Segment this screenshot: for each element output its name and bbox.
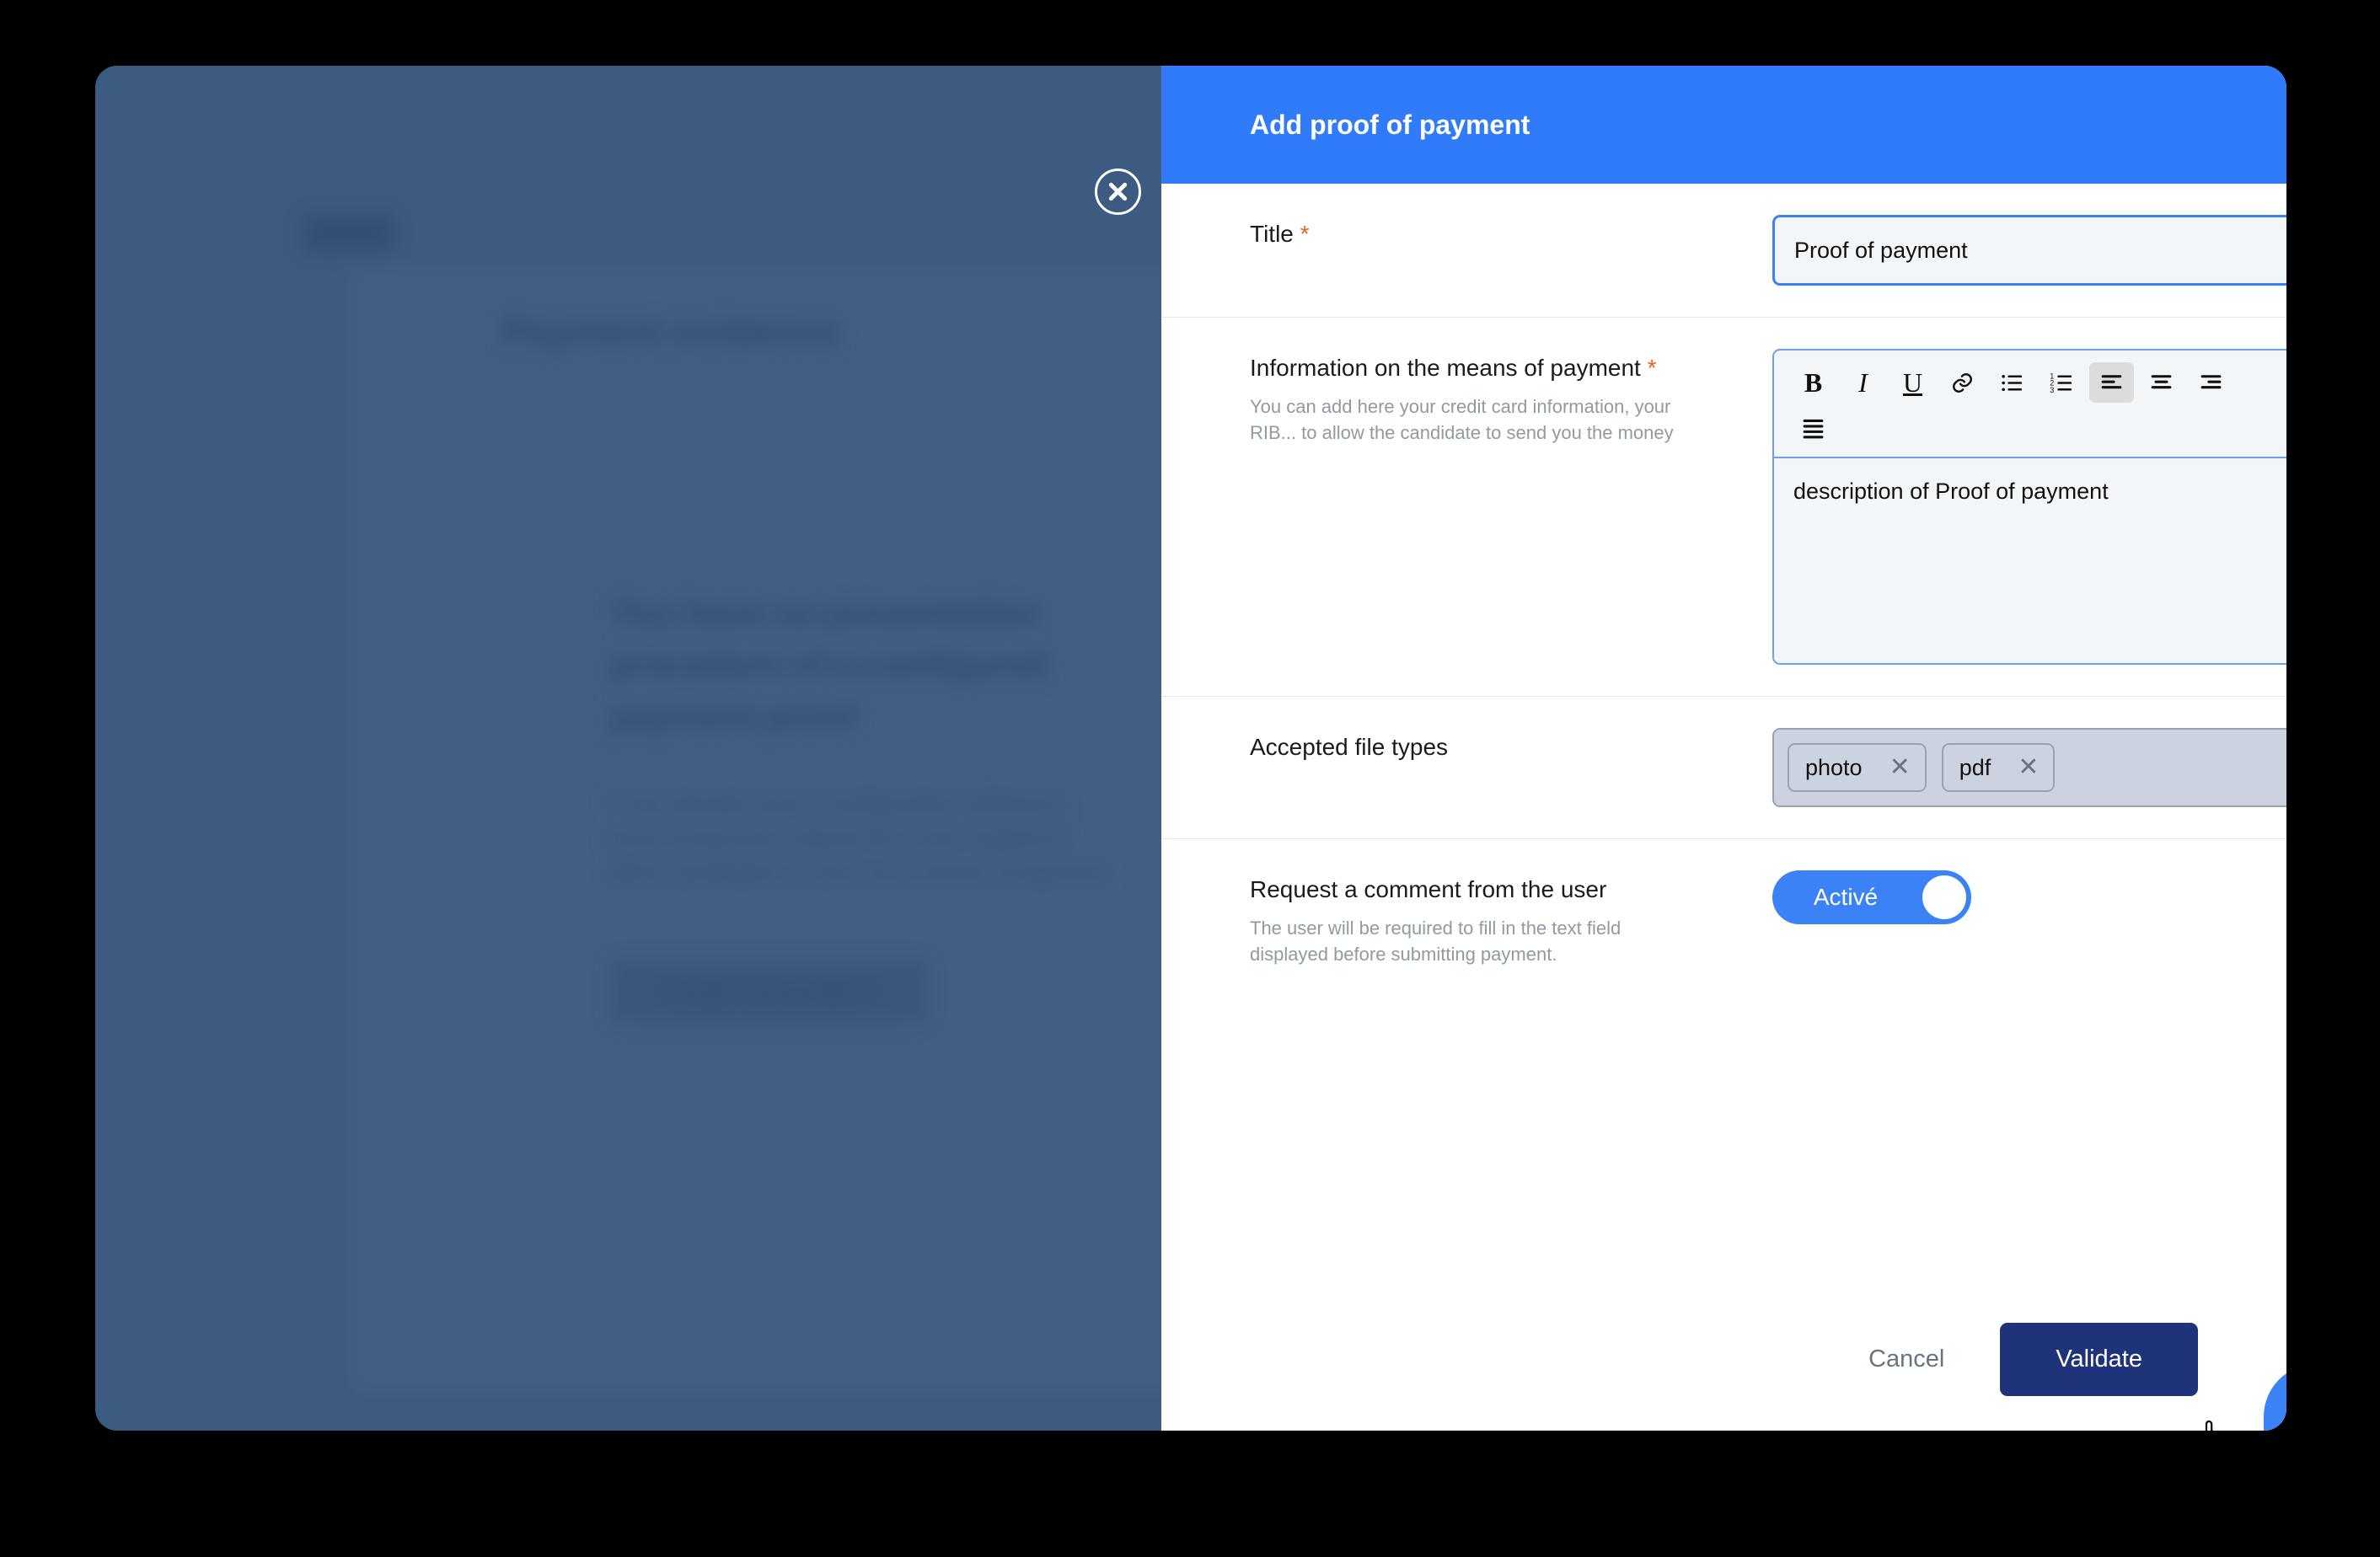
information-label-col: Information on the means of payment * Yo… xyxy=(1250,349,1772,446)
svg-text:3: 3 xyxy=(2050,386,2054,394)
cancel-button[interactable]: Cancel xyxy=(1860,1334,1953,1385)
modal-title: Add proof of payment xyxy=(1250,109,1530,140)
validate-button[interactable]: Validate xyxy=(2000,1322,2198,1396)
request-comment-field-col: Activé xyxy=(1772,870,2195,924)
close-circle-icon[interactable] xyxy=(1095,169,1141,215)
chip-pdf-remove-icon[interactable]: ✕ xyxy=(2018,755,2039,780)
editor-toolbar: B I U 1 2 3 xyxy=(1774,350,2286,458)
title-input[interactable] xyxy=(1772,215,2286,286)
bold-glyph: B xyxy=(1804,367,1823,398)
toggle-knob xyxy=(1922,875,1966,919)
chip-pdf[interactable]: pdf ✕ xyxy=(1941,743,2056,792)
title-field-col xyxy=(1772,215,2286,286)
toggle-state-label: Activé xyxy=(1813,884,1879,910)
underline-icon[interactable]: U xyxy=(1890,362,1935,403)
information-required-asterisk: * xyxy=(1647,355,1657,381)
file-types-label: Accepted file types xyxy=(1250,734,1449,760)
information-help-text: You can add here your credit card inform… xyxy=(1250,396,1674,443)
form-row-title: Title * xyxy=(1161,184,2286,318)
align-center-icon[interactable] xyxy=(2139,362,2184,403)
device-frame: Payment evidence You have no presentatio… xyxy=(0,0,2380,1557)
screen-viewport: Payment evidence You have no presentatio… xyxy=(95,66,2286,1431)
italic-glyph: I xyxy=(1858,367,1868,398)
background-card-title: Payment evidence xyxy=(502,310,840,353)
chip-photo-remove-icon[interactable]: ✕ xyxy=(1890,755,1911,780)
background-logo xyxy=(303,216,394,251)
numbered-list-icon[interactable]: 1 2 3 xyxy=(2040,362,2084,403)
align-right-icon[interactable] xyxy=(2189,362,2233,403)
file-types-field-col: photo ✕ pdf ✕ xyxy=(1772,728,2286,807)
information-label-text: Information on the means of payment xyxy=(1250,355,1641,381)
background-create-procedure-button: Create a procedure xyxy=(611,960,927,1023)
form-row-request-comment: Request a comment from the user The user… xyxy=(1161,839,2286,998)
bold-icon[interactable]: B xyxy=(1791,362,1836,403)
form-row-file-types: Accepted file types photo ✕ pdf ✕ xyxy=(1161,697,2286,839)
background-empty-text: If you already have a configuration rela… xyxy=(609,790,1113,885)
file-types-input[interactable]: photo ✕ pdf ✕ xyxy=(1772,728,2286,807)
title-label-col: Title * xyxy=(1250,215,1772,249)
form-row-information: Information on the means of payment * Yo… xyxy=(1161,318,2286,697)
align-left-icon[interactable] xyxy=(2089,362,2134,403)
information-label: Information on the means of payment * xyxy=(1250,353,1747,383)
bullet-list-icon[interactable] xyxy=(1990,362,2034,403)
italic-icon[interactable]: I xyxy=(1841,362,1885,403)
request-comment-help-text: The user will be required to fill in the… xyxy=(1250,918,1622,965)
title-label-text: Title xyxy=(1250,221,1294,247)
title-label: Title * xyxy=(1250,219,1747,249)
underline-glyph: U xyxy=(1902,367,1923,398)
align-justify-icon[interactable] xyxy=(1791,408,1836,448)
title-required-asterisk: * xyxy=(1300,221,1310,247)
file-types-label-col: Accepted file types xyxy=(1250,728,1772,762)
modal-header: Add proof of payment xyxy=(1161,66,2286,184)
editor-content[interactable]: description of Proof of payment xyxy=(1774,458,2286,663)
link-icon[interactable] xyxy=(1940,362,1985,403)
request-comment-label-col: Request a comment from the user The user… xyxy=(1250,870,1772,967)
modal-footer: Cancel Validate xyxy=(1161,1287,2286,1431)
modal-body: Title * Information on the means of paym… xyxy=(1161,184,2286,1287)
chip-photo[interactable]: photo ✕ xyxy=(1788,743,1927,792)
background-empty-heading: You have no presentation procedure of a … xyxy=(609,592,1048,736)
request-comment-toggle[interactable]: Activé xyxy=(1772,870,1971,924)
chip-pdf-label: pdf xyxy=(1959,754,1991,780)
chip-photo-label: photo xyxy=(1805,754,1863,780)
request-comment-label: Request a comment from the user xyxy=(1250,876,1607,902)
blurred-background-page: Payment evidence You have no presentatio… xyxy=(95,66,1161,1431)
information-field-col: B I U 1 2 3 description of Proof of paym… xyxy=(1772,349,2286,665)
background-cta-label: Create a procedure xyxy=(665,977,873,1003)
rich-text-editor: B I U 1 2 3 description of Proof of paym… xyxy=(1772,349,2286,665)
add-proof-of-payment-modal: Add proof of payment Title * Proof of pa… xyxy=(1161,66,2286,1431)
